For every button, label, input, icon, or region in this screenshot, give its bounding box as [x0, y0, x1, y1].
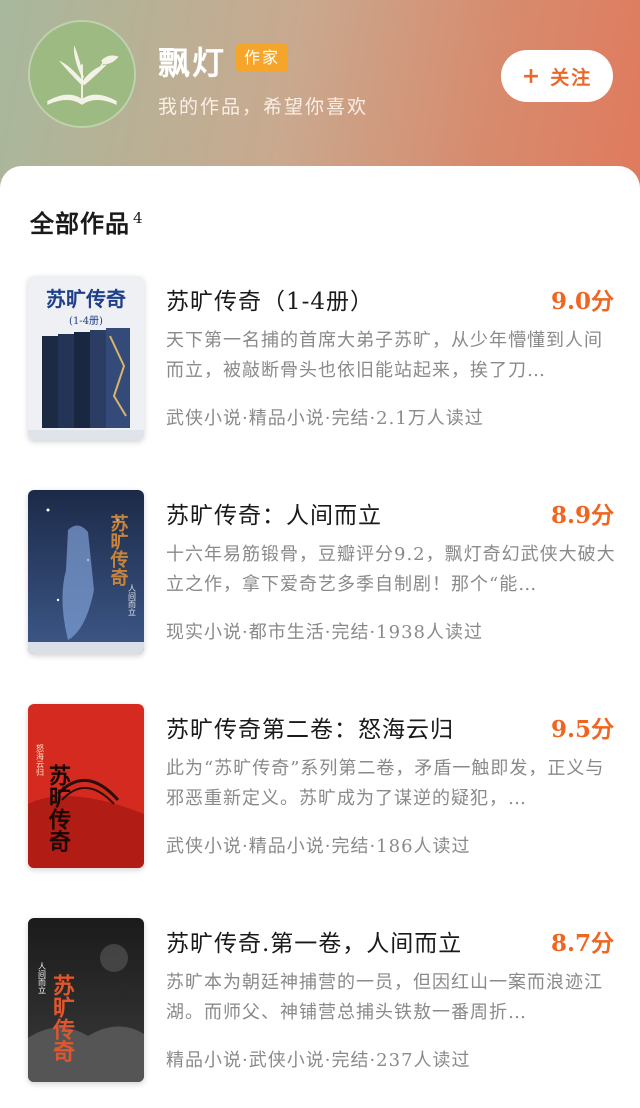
cover-subtitle: 人间而立 [38, 962, 47, 994]
book-meta: 武侠小说·精品小说·完结·2.1万人读过 [166, 408, 484, 429]
book-score: 9.0分 [550, 288, 614, 315]
book-score: 8.9分 [550, 502, 614, 529]
book-item[interactable]: 苏旷传奇 怒海云归 苏旷传奇第二卷：怒海云归 9.5分 此为“苏旷传奇”系列第二… [0, 704, 640, 874]
follow-button[interactable]: + 关注 [501, 50, 613, 102]
book-meta: 现实小说·都市生活·完结·1938人读过 [166, 622, 483, 643]
book-meta: 武侠小说·精品小说·完结·186人读过 [166, 836, 471, 857]
book-cover[interactable]: 苏旷传奇 人间而立 [28, 490, 144, 654]
plus-icon: + [521, 63, 543, 89]
cover-title: 苏旷传奇 [45, 763, 72, 852]
book-description: 此为“苏旷传奇”系列第二卷，矛盾一触即发，正义与邪恶重新定义。苏旷成为了谋逆的疑… [166, 758, 605, 809]
cover-subtitle: 人间而立 [128, 584, 137, 616]
cover-title: 苏旷传奇 [46, 287, 126, 311]
section-title-text: 全部作品 [30, 209, 130, 238]
book-item[interactable]: 苏旷传奇 (1-4册) 苏旷传奇（1-4册） 9.0分 天下第一名捕的首席大弟子… [0, 276, 640, 446]
book-title[interactable]: 苏旷传奇第二卷：怒海云归 [166, 710, 536, 744]
book-description: 苏旷本为朝廷神捕营的一员，但因红山一案而浪迹江湖。而师父、神铺营总捕头铁敖一番周… [166, 972, 603, 1023]
cover-subtitle: (1-4册) [69, 316, 103, 327]
cover-subtitle: 怒海云归 [36, 743, 45, 777]
book-cover[interactable]: 苏旷传奇 (1-4册) [28, 276, 144, 440]
avatar[interactable] [28, 20, 136, 128]
book-description: 天下第一名捕的首席大弟子苏旷，从少年懵懂到人间而立，被敲断骨头也依旧能站起来，挨… [166, 330, 603, 381]
book-title[interactable]: 苏旷传奇.第一卷，人间而立 [166, 924, 536, 958]
book-meta: 精品小说·武侠小说·完结·237人读过 [166, 1050, 471, 1071]
section-title: 全部作品 4 [30, 204, 144, 239]
author-name: 飘灯 [158, 44, 227, 82]
book-score: 8.7分 [550, 930, 614, 957]
book-description: 十六年易筋锻骨，豆瓣评分9.2，飘灯奇幻武侠大破大立之作，拿下爱奇艺多季自制剧！… [166, 544, 616, 595]
cover-title: 苏旷传奇 [108, 513, 130, 587]
book-cover[interactable]: 苏旷传奇 怒海云归 [28, 704, 144, 868]
book-cover[interactable]: 苏旷传奇 人间而立 [28, 918, 144, 1082]
book-score: 9.5分 [550, 716, 614, 743]
book-title[interactable]: 苏旷传奇（1-4册） [166, 282, 536, 316]
section-count: 4 [133, 209, 144, 227]
book-item[interactable]: 苏旷传奇 人间而立 苏旷传奇.第一卷，人间而立 8.7分 苏旷本为朝廷神捕营的一… [0, 918, 640, 1088]
author-subtitle: 我的作品，希望你喜欢 [158, 96, 369, 118]
cover-title: 苏旷传奇 [49, 973, 76, 1062]
works-panel: 全部作品 4 苏旷传奇 (1-4册) 苏旷传奇（1-4册） 9.0分 天下第一名捕… [0, 166, 640, 1108]
book-title[interactable]: 苏旷传奇：人间而立 [166, 496, 536, 530]
author-badge: 作家 [236, 44, 289, 72]
book-item[interactable]: 苏旷传奇 人间而立 苏旷传奇：人间而立 8.9分 十六年易筋锻骨，豆瓣评分9.2… [0, 490, 640, 660]
follow-label: 关注 [550, 66, 593, 89]
